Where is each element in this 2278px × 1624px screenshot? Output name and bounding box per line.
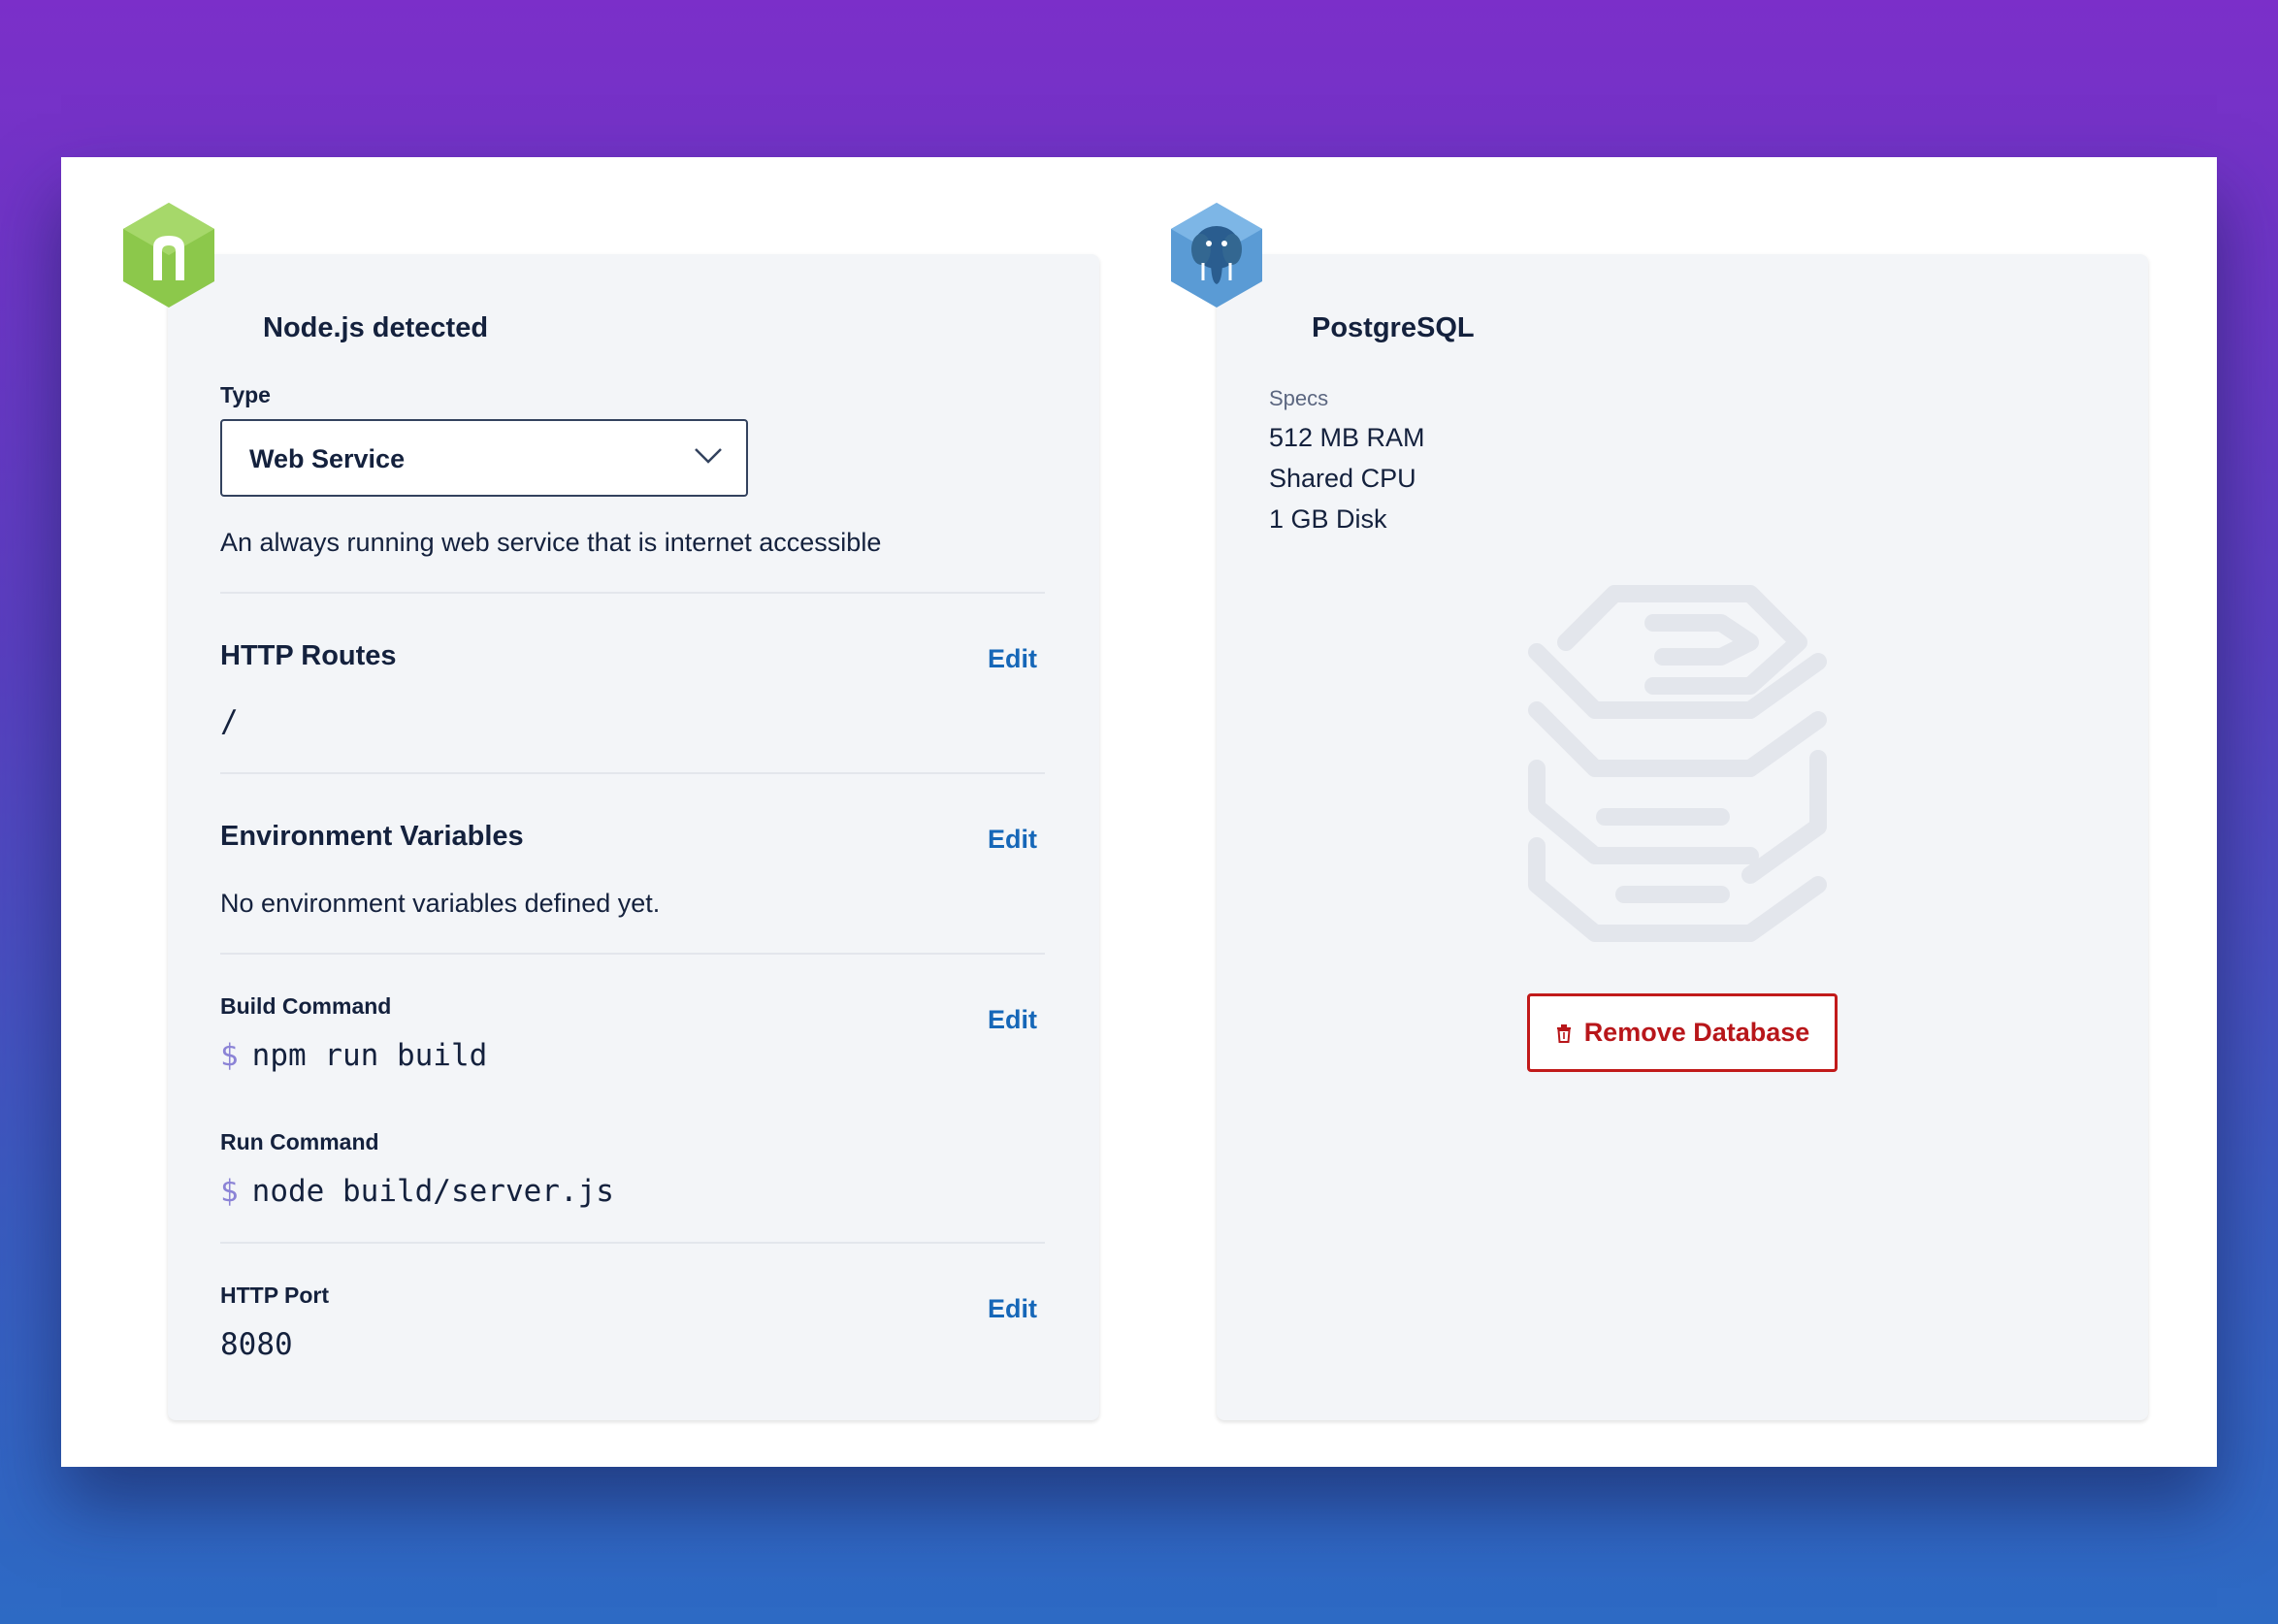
service-type-select[interactable]: Web Service — [220, 419, 748, 497]
env-vars-value: No environment variables defined yet. — [220, 889, 661, 918]
service-title: Node.js detected — [263, 312, 489, 343]
type-description: An always running web service that is in… — [220, 528, 882, 557]
spec-ram: 512 MB RAM — [1269, 423, 1425, 452]
run-command-label: Run Command — [220, 1129, 379, 1154]
remove-database-button[interactable]: Remove Database — [1527, 993, 1838, 1072]
specs-label: Specs — [1269, 386, 1329, 410]
divider — [220, 772, 1045, 774]
postgresql-icon — [1171, 203, 1262, 308]
divider — [220, 953, 1045, 955]
trash-icon — [1556, 1023, 1571, 1043]
build-command-label: Build Command — [220, 993, 392, 1019]
divider — [220, 1242, 1045, 1244]
http-routes-title: HTTP Routes — [220, 640, 397, 671]
nodejs-icon — [123, 203, 214, 308]
env-vars-edit-link[interactable]: Edit — [988, 825, 1037, 855]
remove-database-label: Remove Database — [1583, 1018, 1810, 1047]
type-label: Type — [220, 382, 271, 407]
env-vars-title: Environment Variables — [220, 821, 524, 852]
build-command-edit-link[interactable]: Edit — [988, 1005, 1037, 1035]
chevron-down-icon — [695, 448, 722, 464]
run-command-line: $ node build/server.js — [220, 1174, 1045, 1209]
http-port-value: 8080 — [220, 1327, 293, 1362]
spec-disk: 1 GB Disk — [1269, 504, 1387, 534]
http-routes-edit-link[interactable]: Edit — [988, 644, 1037, 674]
database-card: PostgreSQL Specs 512 MB RAM Shared CPU 1… — [1217, 254, 2148, 1420]
build-command-value: npm run build — [251, 1038, 488, 1073]
shell-prompt: $ — [220, 1038, 239, 1073]
database-watermark-icon — [1528, 585, 1827, 942]
http-port-edit-link[interactable]: Edit — [988, 1294, 1037, 1324]
http-port-label: HTTP Port — [220, 1283, 330, 1308]
http-routes-value: / — [220, 704, 239, 739]
database-title: PostgreSQL — [1312, 312, 1475, 343]
service-type-value: Web Service — [249, 444, 406, 473]
divider — [220, 592, 1045, 594]
build-command-line: $ npm run build — [220, 1038, 1045, 1073]
shell-prompt: $ — [220, 1174, 239, 1209]
service-card: Node.js detected Type Web Service An alw… — [168, 254, 1099, 1420]
run-command-value: node build/server.js — [251, 1174, 614, 1209]
spec-cpu: Shared CPU — [1269, 464, 1416, 493]
